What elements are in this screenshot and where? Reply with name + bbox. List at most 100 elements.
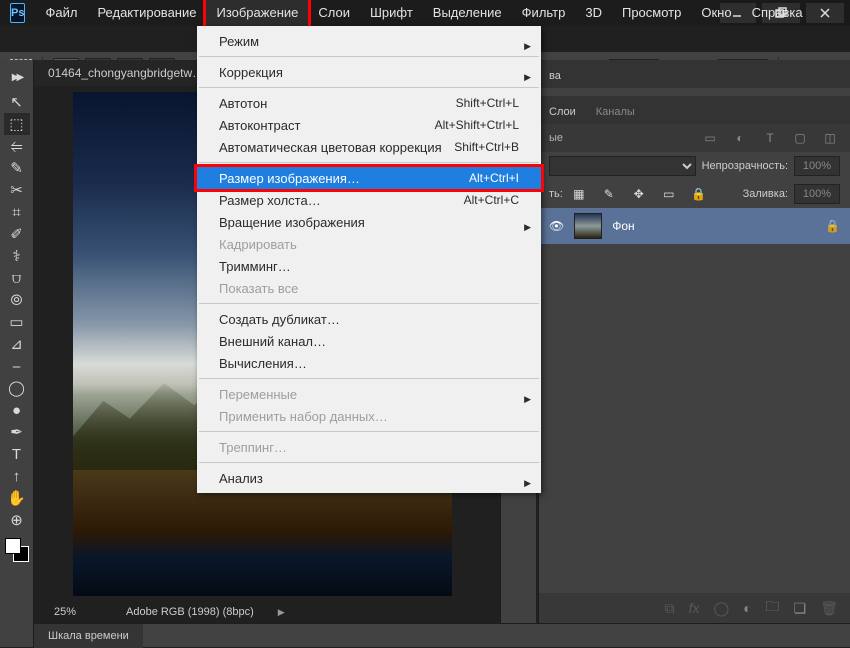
tool-15[interactable]: ✒ (4, 421, 30, 443)
layer-lock-icon[interactable]: 🔒 (825, 219, 840, 233)
layer-thumbnail[interactable] (574, 213, 602, 239)
tool-6[interactable]: ✐ (4, 223, 30, 245)
layer-fx-icon[interactable]: fx (689, 600, 700, 616)
menu-item[interactable]: Коррекция (197, 61, 541, 83)
tool-1[interactable]: ⬚ (4, 113, 30, 135)
tool-12[interactable]: ⎯ (4, 355, 30, 377)
color-swatch[interactable] (5, 538, 29, 562)
fill-value[interactable]: 100% (794, 184, 840, 204)
lock-artboard-icon[interactable]: ▭ (659, 185, 679, 203)
menu-файл[interactable]: Файл (35, 0, 87, 26)
image-menu-dropdown: Режим Коррекция АвтотонShift+Ctrl+LАвтокон… (197, 26, 541, 493)
menu-item: Кадрировать (197, 233, 541, 255)
color-profile: Adobe RGB (1998) (8bpc) (126, 606, 254, 618)
adjustment-layer-icon[interactable]: ◐ (743, 600, 751, 616)
layer-row[interactable]: 👁 Фон 🔒 (539, 208, 850, 244)
tool-13[interactable]: ◯ (4, 377, 30, 399)
panel-collapse-icon[interactable]: ▶▶ (4, 66, 30, 88)
layer-mask-icon[interactable]: ◯ (714, 600, 730, 617)
menu-item[interactable]: Размер изображения…Alt+Ctrl+I (197, 167, 541, 189)
menu-3d[interactable]: 3D (575, 0, 612, 26)
menu-item[interactable]: Внешний канал… (197, 330, 541, 352)
menu-item[interactable]: Вращение изображения (197, 211, 541, 233)
lock-position-icon[interactable]: ✥ (629, 185, 649, 203)
menu-просмотр[interactable]: Просмотр (612, 0, 691, 26)
menu-item[interactable]: Размер холста…Alt+Ctrl+C (197, 189, 541, 211)
tool-3[interactable]: ✎ (4, 157, 30, 179)
menu-выделение[interactable]: Выделение (423, 0, 512, 26)
tool-8[interactable]: ⩌ (4, 267, 30, 289)
status-bar: 25% Adobe RGB (1998) (8bpc) ▶ (34, 601, 285, 623)
fill-label: Заливка: (743, 188, 788, 200)
filter-adjust-icon[interactable]: ◐ (730, 129, 750, 147)
tool-17[interactable]: ↑ (4, 465, 30, 487)
tool-0[interactable]: ↖ (4, 91, 30, 113)
tool-5[interactable]: ⌗ (4, 201, 30, 223)
tools-panel: ▶▶ ↖⬚⥢✎✂⌗✐⚕⩌⦾▭⊿⎯◯●✒T↑✋⊕ (0, 60, 34, 647)
menu-item: Переменные (197, 383, 541, 405)
zoom-value[interactable]: 25% (54, 606, 102, 618)
menu-item[interactable]: Вычисления… (197, 352, 541, 374)
menu-item[interactable]: Создать дубликат… (197, 308, 541, 330)
filter-shape-icon[interactable]: ▢ (790, 129, 810, 147)
foreground-color[interactable] (5, 538, 21, 554)
visibility-eye-icon[interactable]: 👁 (549, 219, 564, 233)
blend-mode-select[interactable] (549, 156, 696, 176)
tool-4[interactable]: ✂ (4, 179, 30, 201)
opacity-label: Непрозрачность: (702, 160, 788, 172)
right-panels: ва Слои Каналы ые ▭ ◐ T ▢ ◫ Непрозрачнос… (538, 60, 850, 623)
layers-tabs: Слои Каналы (539, 96, 850, 124)
tool-19[interactable]: ⊕ (4, 509, 30, 531)
tool-18[interactable]: ✋ (4, 487, 30, 509)
menubar: Ps ФайлРедактированиеИзображениеСлоиШриф… (0, 0, 720, 26)
menu-слои[interactable]: Слои (308, 0, 360, 26)
tool-14[interactable]: ● (4, 399, 30, 421)
filter-text-icon[interactable]: T (760, 129, 780, 147)
timeline-panel: Шкала времени (34, 623, 850, 647)
menu-item[interactable]: Тримминг… (197, 255, 541, 277)
app-logo: Ps (10, 3, 25, 23)
tool-11[interactable]: ⊿ (4, 333, 30, 355)
tool-2[interactable]: ⥢ (4, 135, 30, 157)
lock-pixels-icon[interactable]: ▦ (569, 185, 589, 203)
new-layer-icon[interactable]: ❏ (794, 600, 807, 617)
menu-редактирование[interactable]: Редактирование (87, 0, 206, 26)
tab-channels[interactable]: Каналы (586, 100, 645, 124)
lock-all-icon[interactable]: 🔒 (689, 185, 709, 203)
filter-image-icon[interactable]: ▭ (700, 129, 720, 147)
menu-item[interactable]: Автоматическая цветовая коррекцияShift+C… (197, 136, 541, 158)
timeline-tab[interactable]: Шкала времени (34, 624, 143, 648)
menu-item[interactable]: Режим (197, 30, 541, 52)
tab-layers[interactable]: Слои (539, 100, 586, 124)
lock-label: ть: (549, 188, 563, 200)
status-menu-icon[interactable]: ▶ (278, 607, 285, 618)
menu-item[interactable]: АвтоконтрастAlt+Shift+Ctrl+L (197, 114, 541, 136)
blend-opacity-row: Непрозрачность: 100% (539, 152, 850, 180)
filter-smart-icon[interactable]: ◫ (820, 129, 840, 147)
lock-paint-icon[interactable]: ✎ (599, 185, 619, 203)
menu-item: Применить набор данных… (197, 405, 541, 427)
group-icon[interactable]: 🗀 (766, 596, 780, 620)
menu-шрифт[interactable]: Шрифт (360, 0, 423, 26)
layer-filter-row: ые ▭ ◐ T ▢ ◫ (539, 124, 850, 152)
opacity-value[interactable]: 100% (794, 156, 840, 176)
tool-10[interactable]: ▭ (4, 311, 30, 333)
menu-изображение[interactable]: Изображение (206, 0, 308, 26)
tool-7[interactable]: ⚕ (4, 245, 30, 267)
properties-tabs: ва (539, 60, 850, 88)
tool-9[interactable]: ⦾ (4, 289, 30, 311)
filter-kind-label: ые (549, 132, 690, 144)
menu-item: Треппинг… (197, 436, 541, 458)
properties-tab[interactable]: ва (539, 64, 571, 88)
menu-item: Показать все (197, 277, 541, 299)
menu-item[interactable]: АвтотонShift+Ctrl+L (197, 92, 541, 114)
layers-footer: ⧉ fx ◯ ◐ 🗀 ❏ 🗑 (539, 593, 850, 623)
link-layers-icon[interactable]: ⧉ (665, 600, 675, 617)
menu-item[interactable]: Анализ (197, 467, 541, 489)
menu-окно[interactable]: Окно (691, 0, 741, 26)
tool-16[interactable]: T (4, 443, 30, 465)
delete-layer-icon[interactable]: 🗑 (820, 600, 838, 617)
menu-фильтр[interactable]: Фильтр (512, 0, 576, 26)
menu-справка[interactable]: Справка (742, 0, 813, 26)
layer-name[interactable]: Фон (612, 219, 634, 233)
